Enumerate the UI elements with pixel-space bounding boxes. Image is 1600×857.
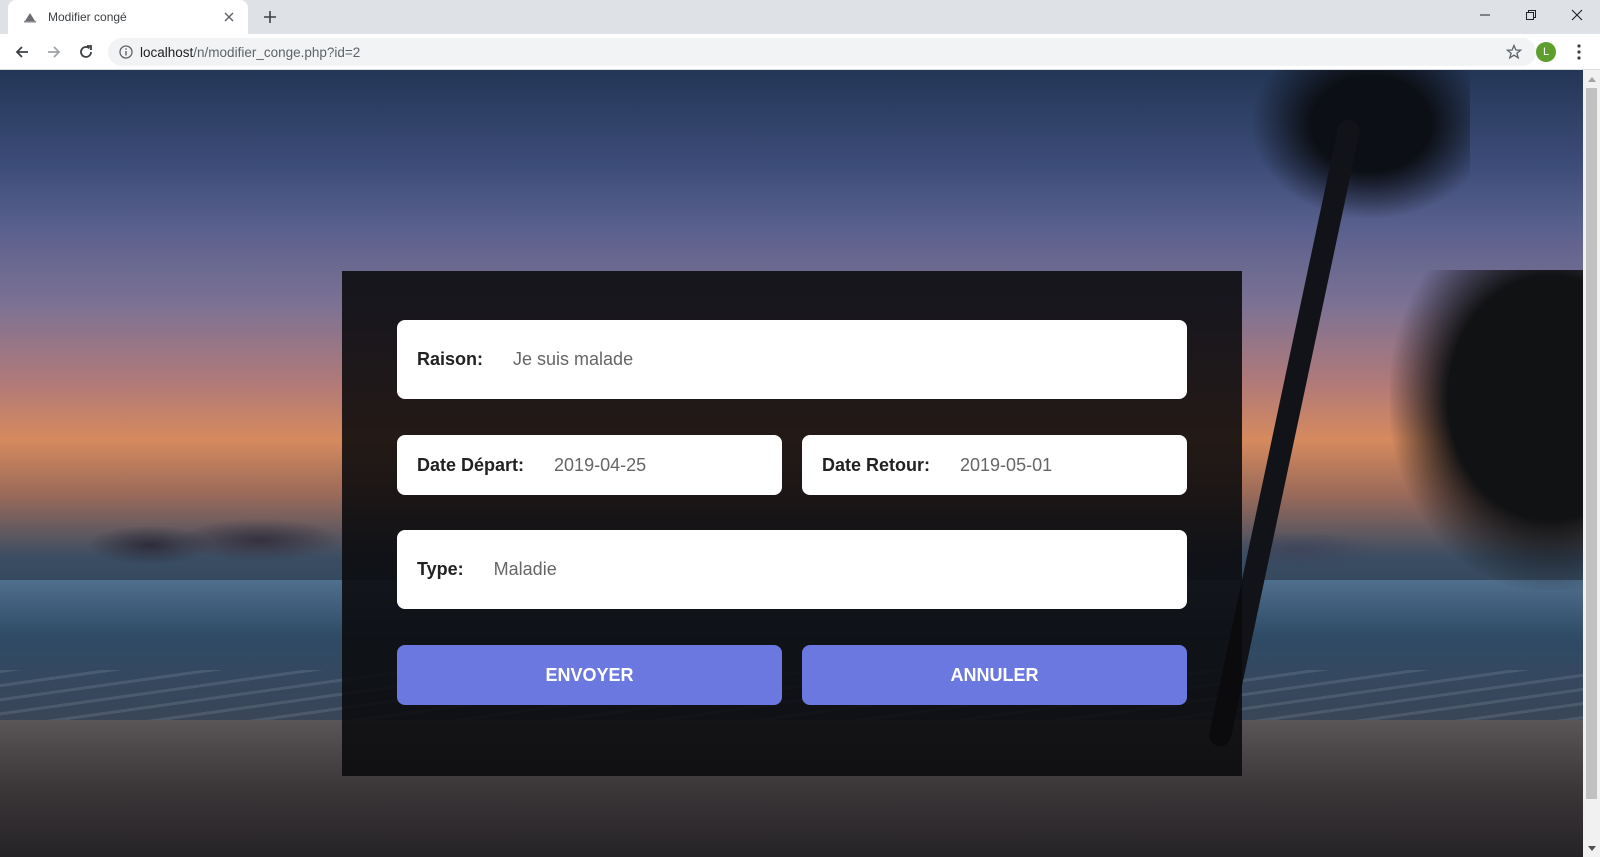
arrow-left-icon[interactable] — [8, 38, 36, 66]
date-depart-input[interactable] — [524, 435, 787, 495]
annuler-button[interactable]: ANNULER — [802, 645, 1187, 705]
date-retour-field[interactable]: Date Retour: — [802, 435, 1193, 495]
close-icon[interactable] — [220, 8, 238, 26]
reload-icon[interactable] — [72, 38, 100, 66]
scroll-up-icon[interactable] — [1583, 70, 1600, 87]
info-icon[interactable] — [118, 44, 134, 60]
tab-title: Modifier congé — [48, 10, 127, 24]
thatched-hut — [1390, 270, 1583, 590]
url-path: /n/modifier_conge.php?id=2 — [193, 44, 361, 60]
browser-toolbar: localhost/n/modifier_conge.php?id=2 L — [0, 34, 1600, 70]
tab-strip: Modifier congé — [0, 0, 1600, 34]
arrow-right-icon[interactable] — [40, 38, 68, 66]
minimize-icon[interactable] — [1462, 0, 1508, 30]
date-retour-input[interactable] — [930, 435, 1193, 495]
address-bar[interactable]: localhost/n/modifier_conge.php?id=2 — [108, 38, 1536, 66]
raison-label: Raison: — [417, 349, 484, 369]
date-depart-label: Date Départ: — [417, 454, 525, 475]
leave-edit-form: Raison: Date Départ: Date Retour: Type: … — [342, 271, 1242, 776]
kebab-menu-icon[interactable] — [1568, 40, 1590, 64]
palm-leaves — [1250, 70, 1470, 220]
date-depart-field[interactable]: Date Départ: — [397, 435, 787, 495]
url-text: localhost/n/modifier_conge.php?id=2 — [140, 45, 360, 60]
envoyer-button[interactable]: ENVOYER — [397, 645, 782, 705]
close-window-icon[interactable] — [1554, 0, 1600, 30]
type-label: Type: — [417, 559, 464, 579]
url-host: localhost — [140, 44, 194, 60]
plus-icon[interactable] — [259, 6, 281, 28]
date-retour-label: Date Retour: — [822, 454, 931, 475]
scrollbar-thumb[interactable] — [1586, 88, 1597, 799]
raison-input[interactable] — [483, 320, 1187, 399]
page-favicon-icon — [22, 9, 38, 25]
restore-icon[interactable] — [1508, 0, 1554, 30]
type-input[interactable] — [463, 530, 1187, 609]
scroll-down-icon[interactable] — [1583, 840, 1600, 857]
profile-avatar[interactable]: L — [1536, 42, 1556, 62]
type-field[interactable]: Type: — [397, 530, 1187, 609]
browser-tab[interactable]: Modifier congé — [8, 0, 248, 34]
raison-field[interactable]: Raison: — [397, 320, 1187, 399]
star-icon[interactable] — [1504, 42, 1524, 62]
